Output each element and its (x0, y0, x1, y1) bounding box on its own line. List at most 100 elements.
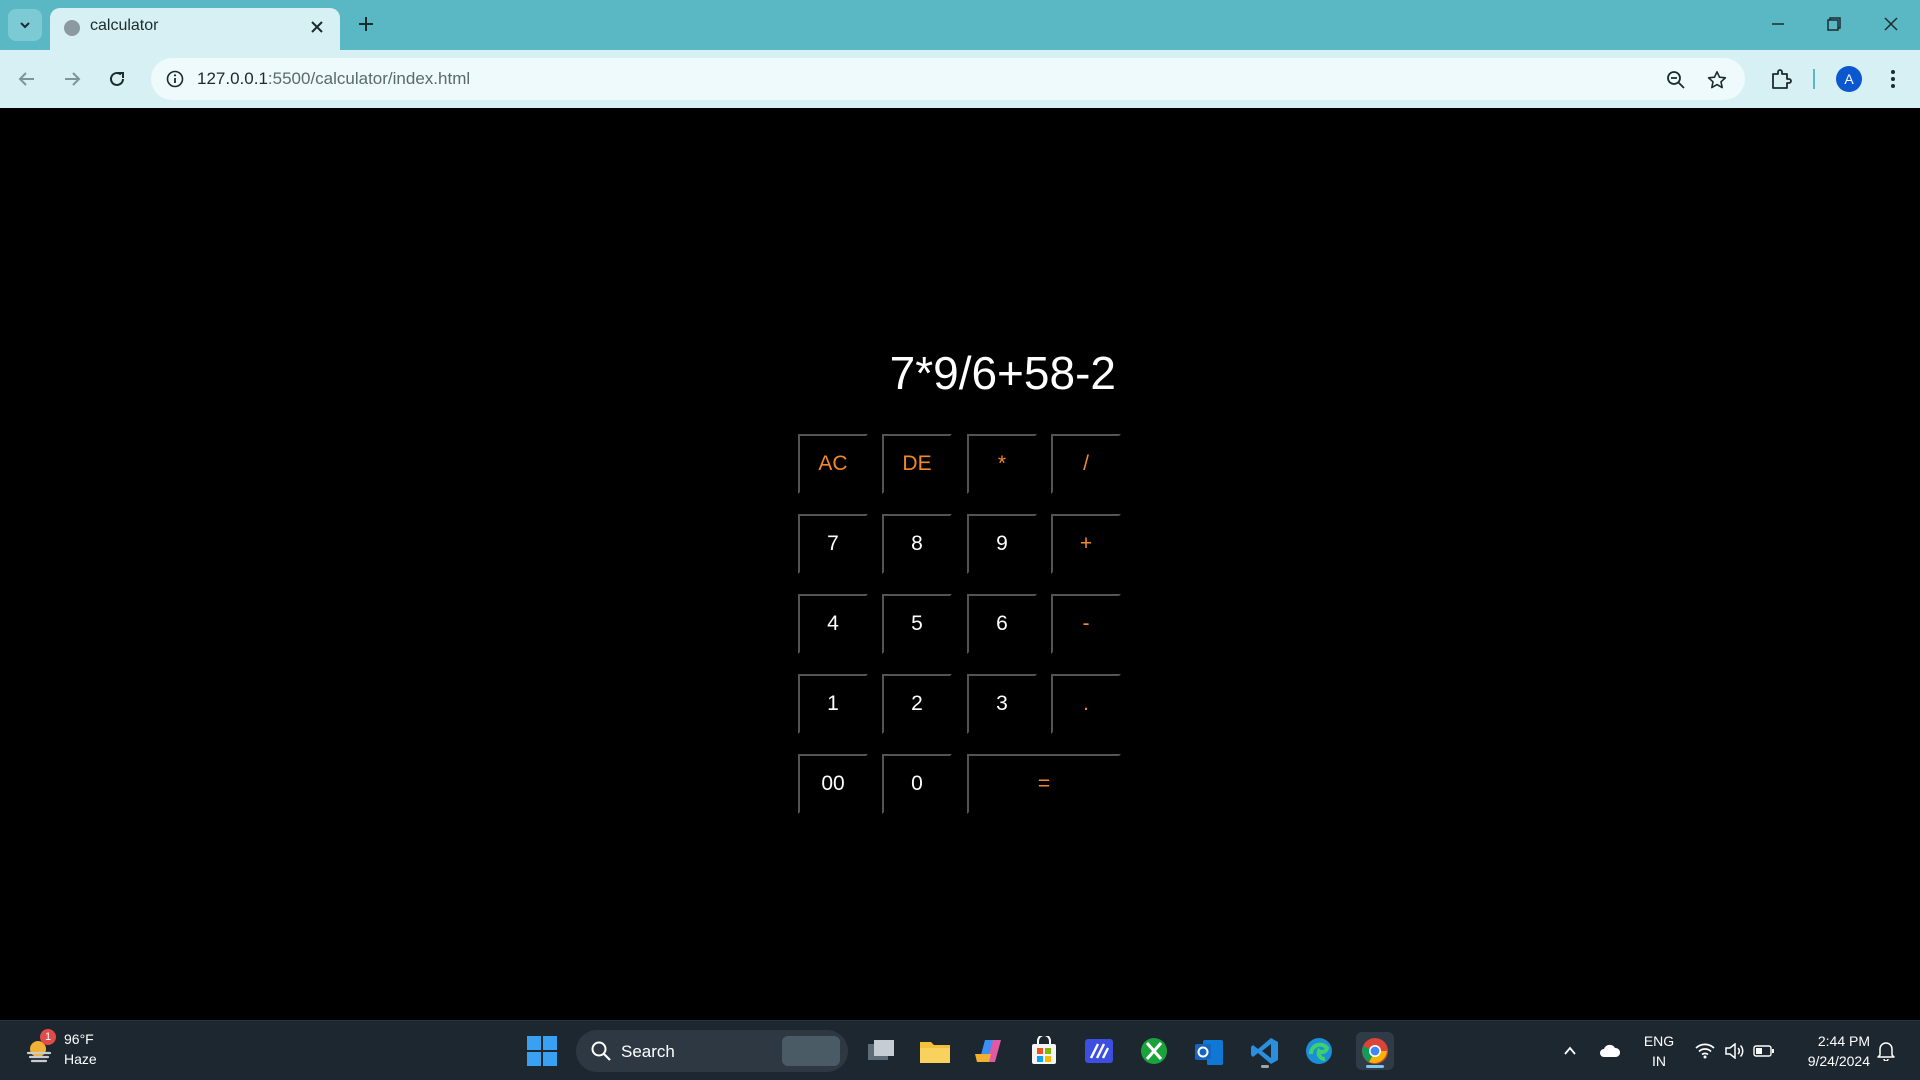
toolbar-divider (1813, 69, 1815, 89)
site-info-button[interactable] (161, 65, 189, 93)
key-8[interactable]: 8 (882, 514, 952, 574)
restore-button[interactable] (1814, 10, 1854, 38)
tab-calculator[interactable]: calculator (50, 8, 340, 50)
key-all-clear[interactable]: AC (798, 434, 868, 494)
key-0[interactable]: 0 (882, 754, 952, 814)
key-6[interactable]: 6 (967, 594, 1037, 654)
key-multiply[interactable]: * (967, 434, 1037, 494)
key-4[interactable]: 4 (798, 594, 868, 654)
close-window-button[interactable] (1871, 10, 1911, 38)
key-1[interactable]: 1 (798, 674, 868, 734)
taskbar-vscode[interactable] (1246, 1032, 1284, 1070)
url-host: 127.0.0.1 (197, 69, 268, 88)
key-3[interactable]: 3 (967, 674, 1037, 734)
language-code: ENG (1643, 1033, 1675, 1049)
taskbar-task-view[interactable] (862, 1032, 900, 1070)
calculator-display: 7*9/6+58-2 (889, 347, 1116, 399)
active-indicator (1366, 1065, 1384, 1068)
key-equals[interactable]: = (967, 754, 1121, 814)
notifications-button[interactable] (1874, 1039, 1898, 1063)
key-00[interactable]: 00 (798, 754, 868, 814)
minimize-button[interactable] (1758, 10, 1798, 38)
weather-condition: Haze (64, 1051, 97, 1067)
puzzle-icon (1772, 69, 1792, 89)
search-icon (591, 1041, 611, 1061)
key-7[interactable]: 7 (798, 514, 868, 574)
extensions-button[interactable] (1766, 64, 1796, 94)
network-button[interactable] (1693, 1039, 1717, 1063)
new-tab-button[interactable] (352, 10, 380, 38)
system-clock[interactable]: 2:44 PM 9/24/2024 (1792, 1031, 1870, 1071)
windows-start-icon[interactable] (526, 1035, 558, 1067)
store-icon (1032, 1036, 1056, 1064)
globe-icon (64, 20, 80, 36)
pen-app-icon (1085, 1039, 1113, 1063)
copilot-icon (975, 1040, 1001, 1062)
zoom-button[interactable] (1662, 66, 1690, 94)
chrome-icon (1362, 1038, 1388, 1064)
taskbar-copilot[interactable] (970, 1032, 1008, 1070)
forward-button[interactable] (57, 64, 87, 94)
browser-tabstrip: calculator (0, 0, 1920, 50)
close-icon (311, 21, 323, 33)
key-subtract[interactable]: - (1051, 594, 1121, 654)
language-indicator[interactable]: ENG IN (1643, 1031, 1675, 1071)
search-label: Search (621, 1042, 675, 1061)
key-decimal[interactable]: . (1051, 674, 1121, 734)
taskbar-outlook[interactable] (1190, 1032, 1228, 1070)
weather-alert-badge: 1 (40, 1029, 56, 1045)
taskbar-edge[interactable] (1300, 1032, 1338, 1070)
tab-title: calculator (90, 17, 159, 34)
onedrive-button[interactable] (1598, 1039, 1622, 1063)
show-hidden-icons-button[interactable] (1558, 1039, 1582, 1063)
xbox-icon (1141, 1038, 1167, 1064)
close-icon (1884, 17, 1898, 31)
battery-button[interactable] (1752, 1039, 1776, 1063)
zoom-out-icon (1667, 71, 1685, 89)
tab-close-button[interactable] (306, 16, 328, 38)
folder-icon (920, 1042, 950, 1063)
tab-search-button[interactable] (8, 9, 42, 41)
outlook-icon (1195, 1040, 1223, 1065)
key-2[interactable]: 2 (882, 674, 952, 734)
key-divide[interactable]: / (1051, 434, 1121, 494)
clock-date: 9/24/2024 (1807, 1053, 1870, 1069)
address-bar[interactable]: 127.0.0.1:5500/calculator/index.html (151, 58, 1745, 100)
info-icon (166, 70, 184, 88)
star-icon (1707, 71, 1727, 89)
vscode-icon (1251, 1038, 1278, 1064)
key-9[interactable]: 9 (967, 514, 1037, 574)
edge-icon (1306, 1038, 1332, 1064)
arrow-left-icon (18, 72, 34, 86)
key-add[interactable]: + (1051, 514, 1121, 574)
weather-temperature: 96°F (64, 1031, 94, 1047)
chevron-up-icon (1564, 1046, 1576, 1055)
taskbar-xbox[interactable] (1135, 1032, 1173, 1070)
profile-avatar[interactable]: A (1836, 66, 1862, 92)
clock-time: 2:44 PM (1817, 1033, 1870, 1049)
volume-icon (1725, 1043, 1744, 1059)
arrow-right-icon (65, 72, 81, 86)
running-indicator (1261, 1065, 1269, 1068)
taskbar-microsoft-store[interactable] (1025, 1032, 1063, 1070)
taskbar-chrome[interactable] (1356, 1032, 1394, 1070)
menu-button[interactable] (1878, 64, 1908, 94)
reload-button[interactable] (102, 64, 132, 94)
search-highlight-image (782, 1036, 840, 1066)
back-button[interactable] (12, 64, 42, 94)
wifi-icon (1695, 1043, 1715, 1059)
battery-icon (1753, 1045, 1774, 1057)
taskbar-search[interactable]: Search (576, 1030, 848, 1072)
url-path: :5500/calculator/index.html (267, 69, 471, 88)
key-5[interactable]: 5 (882, 594, 952, 654)
more-vertical-icon (1891, 70, 1895, 88)
bookmark-button[interactable] (1703, 66, 1731, 94)
taskbar-pen-app[interactable] (1080, 1032, 1118, 1070)
reload-icon (110, 71, 124, 86)
language-region: IN (1652, 1053, 1666, 1069)
taskbar: 1 96°F Haze Search ENG IN 2:44 PM 9/24/2… (0, 1020, 1920, 1080)
taskbar-file-explorer[interactable] (916, 1032, 954, 1070)
key-delete[interactable]: DE (882, 434, 952, 494)
url-text[interactable]: 127.0.0.1:5500/calculator/index.html (197, 69, 470, 89)
volume-button[interactable] (1722, 1039, 1746, 1063)
